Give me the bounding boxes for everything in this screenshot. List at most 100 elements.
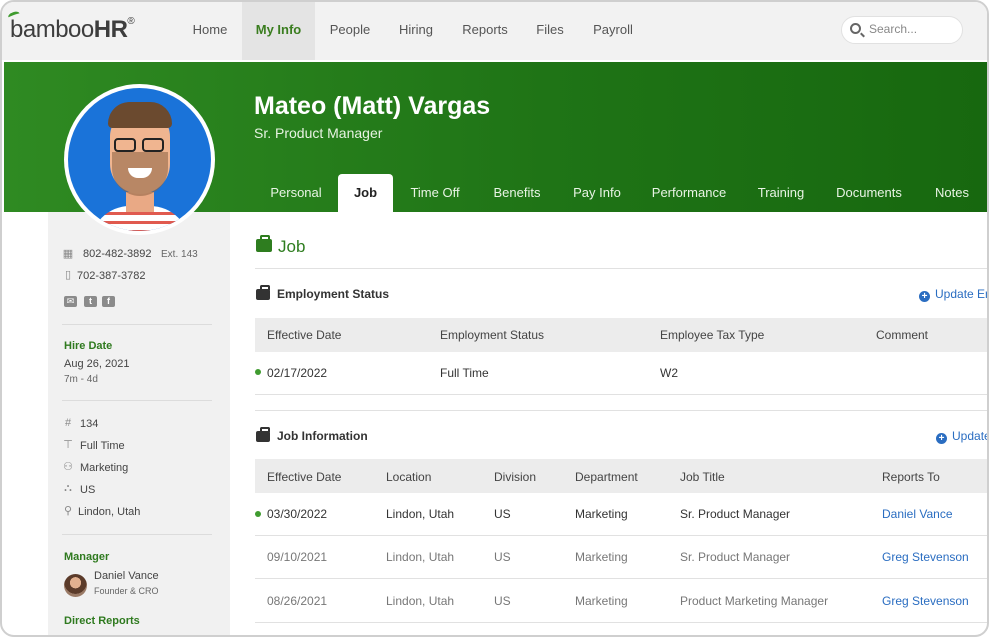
facebook-icon[interactable]: f	[102, 296, 115, 307]
division-icon: ⛬	[64, 482, 72, 494]
search-input[interactable]	[869, 22, 957, 36]
cell-effective-date: 08/26/2021	[267, 594, 328, 608]
email-icon[interactable]: ✉	[64, 296, 77, 307]
cell-reports-to-link[interactable]: Greg Stevenson	[882, 594, 969, 608]
mobile-phone[interactable]: 702-387-3782	[77, 270, 146, 282]
department-icon: ⚇	[63, 461, 73, 473]
manager-title: Founder & CRO	[94, 586, 159, 596]
hire-date-label: Hire Date	[64, 340, 113, 352]
sidebar-divider	[62, 324, 212, 325]
bamboohr-logo[interactable]: bambooHR®	[7, 10, 135, 44]
photo-background	[68, 88, 211, 231]
work-phone-ext: Ext. 143	[161, 249, 198, 260]
cell-reports-to-link[interactable]: Daniel Vance	[882, 507, 953, 521]
column-header[interactable]: Effective Date	[267, 470, 341, 484]
update-job-information-link[interactable]: + Update	[936, 429, 989, 444]
tab-personal[interactable]: Personal	[260, 174, 332, 212]
cell-department: Marketing	[575, 594, 628, 608]
nav-item-payroll[interactable]: Payroll	[585, 2, 641, 60]
manager-name[interactable]: Daniel Vance	[94, 570, 159, 582]
cell-effective-date: 02/17/2022	[267, 366, 328, 380]
employee-name: Mateo (Matt) Vargas	[254, 92, 491, 120]
column-header[interactable]: Reports To	[882, 470, 940, 484]
column-header[interactable]: Division	[494, 470, 536, 484]
employee-photo[interactable]	[64, 84, 215, 235]
cell-tax-type: W2	[660, 366, 678, 380]
sidebar-divider	[62, 534, 212, 535]
app-window: bambooHR® Home My Info People Hiring Rep…	[0, 0, 989, 637]
direct-reports-label: Direct Reports	[64, 615, 140, 627]
manager-label: Manager	[64, 551, 110, 563]
employment-type: Full Time	[80, 440, 125, 452]
plus-circle-icon: +	[936, 433, 947, 444]
employment-status-title: Employment Status	[277, 287, 390, 301]
photo-glasses	[114, 138, 166, 152]
section-title: Job	[278, 237, 306, 256]
tab-job[interactable]: Job	[338, 174, 393, 212]
search-box[interactable]	[841, 16, 963, 44]
logo-hr-text: HR	[93, 16, 128, 43]
tenure: 7m - 4d	[64, 374, 98, 385]
search-icon	[850, 23, 861, 34]
location-pin-icon: ⚲	[63, 505, 73, 517]
current-indicator-dot	[255, 511, 261, 517]
nav-item-hiring[interactable]: Hiring	[388, 2, 444, 60]
employee-number: 134	[80, 418, 99, 430]
location: Lindon, Utah	[78, 506, 141, 518]
department: Marketing	[80, 462, 129, 474]
logo-text: bamboo	[10, 16, 94, 43]
cell-division: US	[494, 550, 511, 564]
column-header[interactable]: Job Title	[680, 470, 725, 484]
cell-employment-status: Full Time	[440, 366, 489, 380]
job-information-table-header: Effective Date Location Division Departm…	[255, 459, 987, 493]
tab-training[interactable]: Training	[750, 174, 812, 212]
employment-status-table-header: Effective Date Employment Status Employe…	[255, 318, 987, 352]
column-header[interactable]: Location	[386, 470, 431, 484]
nav-item-reports[interactable]: Reports	[454, 2, 516, 60]
cell-effective-date: 09/10/2021	[267, 550, 328, 564]
cell-location: Lindon, Utah	[386, 550, 455, 564]
tab-benefits[interactable]: Benefits	[484, 174, 550, 212]
tab-documents[interactable]: Documents	[828, 174, 910, 212]
cell-division: US	[494, 507, 511, 521]
update-employment-status-label: Update Em	[935, 287, 987, 301]
tab-performance[interactable]: Performance	[645, 174, 733, 212]
column-header[interactable]: Comment	[876, 328, 928, 342]
cell-division: US	[494, 594, 511, 608]
cell-department: Marketing	[575, 507, 628, 521]
cell-department: Marketing	[575, 550, 628, 564]
mobile-phone-icon: ▯	[64, 269, 72, 281]
update-job-information-label: Update	[952, 429, 989, 443]
cell-job-title: Sr. Product Manager	[680, 550, 791, 564]
twitter-icon[interactable]: t	[84, 296, 97, 307]
hire-date: Aug 26, 2021	[64, 358, 130, 370]
row-divider	[255, 394, 987, 395]
cell-reports-to-link[interactable]: Greg Stevenson	[882, 550, 969, 564]
row-divider	[255, 535, 987, 536]
sidebar-divider	[62, 400, 212, 401]
tab-pay-info[interactable]: Pay Info	[564, 174, 630, 212]
column-header[interactable]: Department	[575, 470, 638, 484]
nav-item-home[interactable]: Home	[180, 2, 240, 60]
cell-job-title: Product Marketing Manager	[680, 594, 829, 608]
current-indicator-dot	[255, 369, 261, 375]
column-header[interactable]: Effective Date	[267, 328, 341, 342]
manager-avatar[interactable]	[64, 574, 87, 597]
plus-circle-icon: +	[919, 291, 930, 302]
employee-job-title: Sr. Product Manager	[254, 125, 383, 141]
row-divider	[255, 578, 987, 579]
column-header[interactable]: Employee Tax Type	[660, 328, 764, 342]
nav-item-my-info[interactable]: My Info	[242, 2, 315, 60]
hash-icon: #	[64, 417, 72, 429]
nav-item-files[interactable]: Files	[528, 2, 572, 60]
work-phone[interactable]: 802-482-3892	[83, 248, 152, 260]
row-divider	[255, 622, 987, 623]
employment-status-icon	[256, 285, 270, 300]
tab-time-off[interactable]: Time Off	[400, 174, 470, 212]
employment-type-icon: ⊤	[63, 439, 73, 451]
nav-item-people[interactable]: People	[320, 2, 380, 60]
column-header[interactable]: Employment Status	[440, 328, 544, 342]
cell-effective-date: 03/30/2022	[267, 507, 328, 521]
tab-notes[interactable]: Notes	[926, 174, 978, 212]
update-employment-status-link[interactable]: + Update Em	[919, 287, 987, 302]
